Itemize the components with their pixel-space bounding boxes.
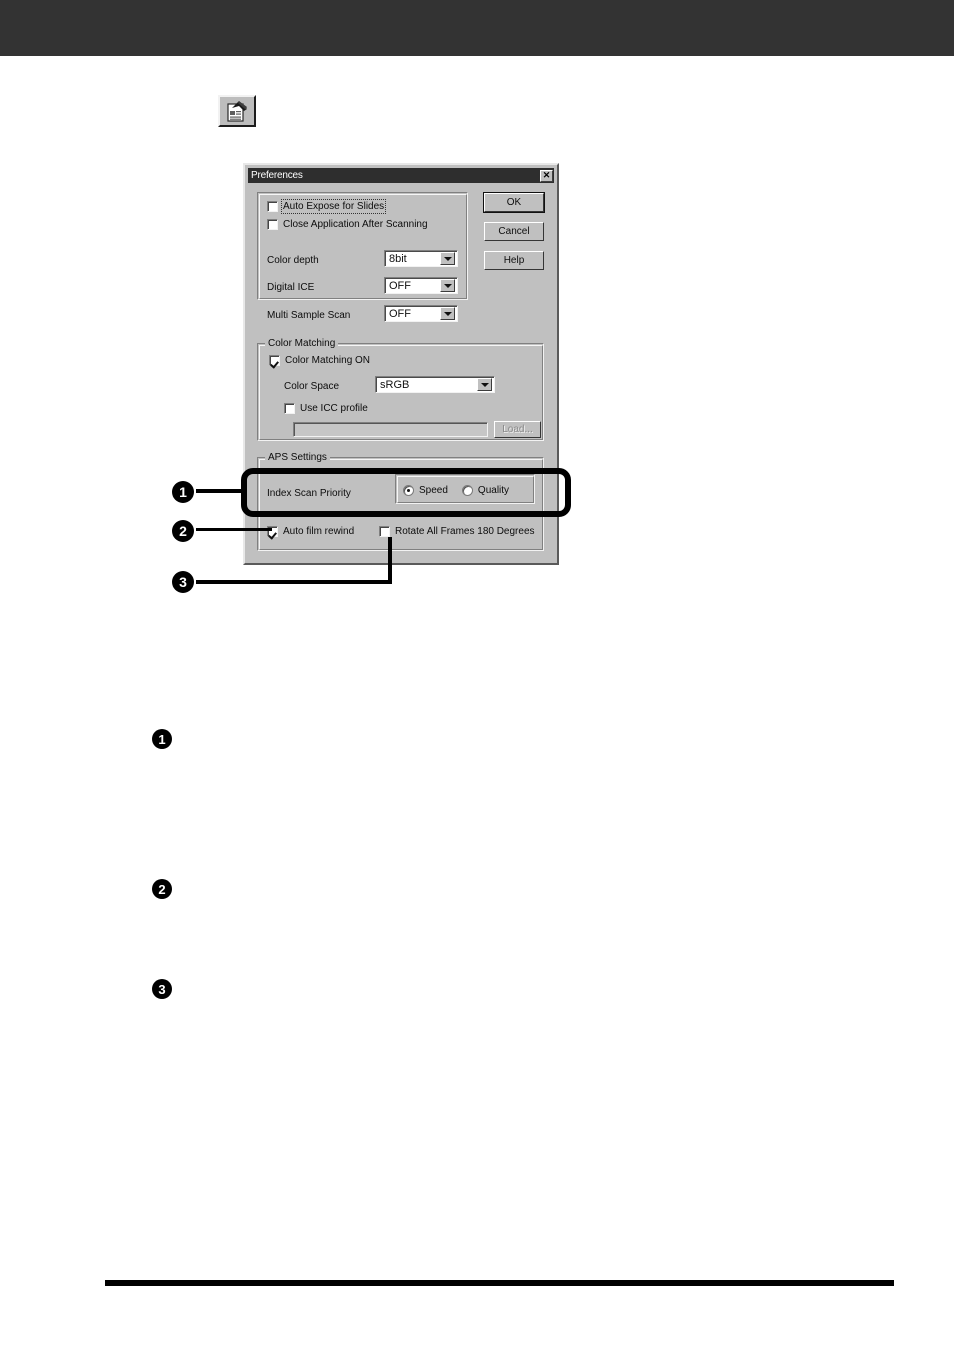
digital-ice-label: Digital ICE <box>267 282 315 293</box>
checkbox-box <box>267 219 278 230</box>
rotate-all-frames-180-degrees-checkbox[interactable]: Rotate All Frames 180 Degrees <box>379 526 535 537</box>
multi-sample-scan-select[interactable]: OFF <box>384 305 458 322</box>
callout-1-bullet: 1 <box>172 481 194 503</box>
callout-2-leader <box>196 528 272 531</box>
digital-ice-select[interactable]: OFF <box>384 277 458 294</box>
color-matching-on-checkbox[interactable]: Color Matching ON <box>269 355 370 366</box>
close-application-after-scanning-checkbox[interactable]: Close Application After Scanning <box>267 219 428 230</box>
body-callout-3-bullet: 3 <box>152 979 172 999</box>
chevron-down-icon[interactable] <box>477 378 492 391</box>
help-button[interactable]: Help <box>484 251 544 270</box>
checkbox-box <box>379 526 390 537</box>
ok-button[interactable]: OK <box>484 193 544 212</box>
color-space-select[interactable]: sRGB <box>375 376 495 393</box>
body-callout-2-bullet: 2 <box>152 879 172 899</box>
digital-ice-value: OFF <box>389 279 411 292</box>
index-scan-priority-speed-label: Speed <box>419 485 448 496</box>
preferences-document-icon <box>227 101 247 122</box>
index-scan-priority-label: Index Scan Priority <box>267 488 351 499</box>
callout-3-bullet: 3 <box>172 571 194 593</box>
color-depth-select[interactable]: 8bit <box>384 250 458 267</box>
color-matching-on-label: Color Matching ON <box>285 355 371 366</box>
radio-dot <box>461 485 473 496</box>
auto-film-rewind-checkbox[interactable]: Auto film rewind <box>267 526 354 537</box>
index-scan-priority-quality-label: Quality <box>477 485 510 496</box>
multi-sample-scan-label: Multi Sample Scan <box>267 310 351 321</box>
index-scan-priority-speed-radio[interactable]: Speed <box>403 485 448 496</box>
color-depth-value: 8bit <box>389 252 407 265</box>
checkbox-box <box>267 201 278 212</box>
aps-settings-group-title: APS Settings <box>265 452 330 463</box>
callout-2-bullet: 2 <box>172 520 194 542</box>
body-callout-1-bullet: 1 <box>152 729 172 749</box>
index-scan-priority-quality-radio[interactable]: Quality <box>461 485 510 496</box>
auto-expose-for-slides-label: Auto Expose for Slides <box>280 199 387 214</box>
auto-film-rewind-label: Auto film rewind <box>283 526 355 537</box>
page-header-bar <box>0 0 954 56</box>
checkbox-box <box>269 355 280 366</box>
cancel-button[interactable]: Cancel <box>484 222 544 241</box>
callout-3-leader-vertical <box>388 537 392 584</box>
close-application-after-scanning-label: Close Application After Scanning <box>283 219 428 230</box>
chevron-down-icon[interactable] <box>440 252 455 265</box>
multi-sample-scan-value: OFF <box>389 307 411 320</box>
preferences-toolbar-button[interactable] <box>218 95 256 127</box>
radio-dot <box>403 485 414 496</box>
chevron-down-icon[interactable] <box>440 307 455 320</box>
color-space-value: sRGB <box>380 378 410 391</box>
callout-1-leader <box>196 489 246 493</box>
dialog-titlebar[interactable]: Preferences ✕ <box>248 168 554 183</box>
load-icc-profile-button[interactable]: Load... <box>494 421 541 438</box>
preferences-dialog: Preferences ✕ Auto Expose for Slides Clo… <box>243 163 559 565</box>
color-depth-label: Color depth <box>267 255 319 266</box>
auto-expose-for-slides-checkbox[interactable]: Auto Expose for Slides <box>267 199 387 214</box>
use-icc-profile-checkbox[interactable]: Use ICC profile <box>284 403 368 414</box>
index-scan-priority-radio-group: Speed Quality <box>403 485 509 496</box>
chevron-down-icon[interactable] <box>440 279 455 292</box>
color-matching-group-title: Color Matching <box>265 338 339 349</box>
color-space-label: Color Space <box>284 381 340 392</box>
close-icon[interactable]: ✕ <box>540 169 553 182</box>
rotate-all-frames-180-degrees-label: Rotate All Frames 180 Degrees <box>395 526 535 537</box>
use-icc-profile-label: Use ICC profile <box>300 403 368 414</box>
callout-3-leader-horizontal <box>196 580 392 584</box>
page-footer-rule <box>105 1280 894 1286</box>
icc-profile-path-input[interactable] <box>293 422 488 437</box>
checkbox-box <box>284 403 295 414</box>
dialog-title: Preferences <box>251 169 303 181</box>
